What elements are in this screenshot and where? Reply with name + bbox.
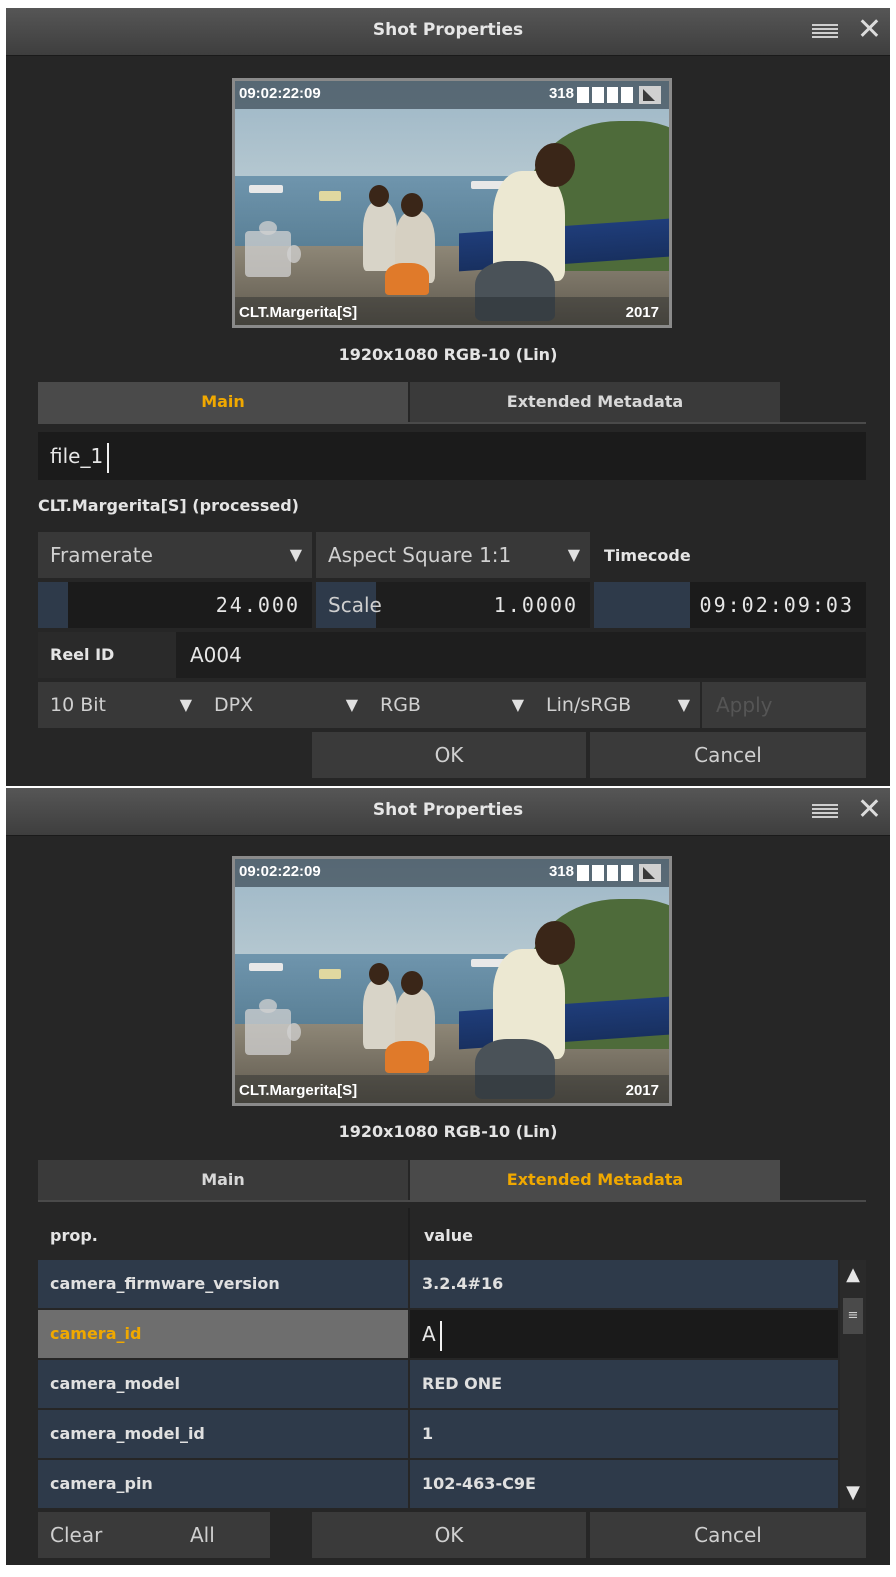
shot-properties-panel-main: Shot Properties ✕ 09:02:22:09 318 CLT.Ma…: [6, 8, 890, 786]
thumbnail-status-blocks: [577, 87, 633, 103]
tab-extended-metadata[interactable]: Extended Metadata: [410, 1160, 780, 1200]
lut-value: Lin/sRGB: [546, 694, 632, 716]
bit-depth-dropdown[interactable]: 10 Bit ▼: [38, 682, 202, 728]
thumbnail-timecode: 09:02:22:09: [239, 863, 321, 880]
close-icon[interactable]: ✕: [857, 795, 882, 825]
menu-icon[interactable]: [812, 24, 838, 40]
panel-title: Shot Properties: [372, 20, 524, 40]
thumbnail-frame-count: 318: [548, 863, 574, 880]
shot-name-value: file_1: [50, 444, 104, 468]
framerate-value: 24.000: [215, 593, 300, 617]
shot-thumbnail: 09:02:22:09 318 CLT.Margerita[S] 2017: [232, 856, 672, 1106]
table-row[interactable]: camera_pin 102-463-C9E: [38, 1460, 838, 1508]
prop-column-header: prop.: [50, 1226, 98, 1245]
prop-cell: camera_model_id: [38, 1410, 408, 1458]
all-button[interactable]: All: [170, 1512, 270, 1558]
thumbnail-clip-name: CLT.Margerita[S]: [239, 1082, 358, 1099]
corner-marker-icon: [639, 864, 661, 882]
framerate-dropdown[interactable]: Framerate ▼: [38, 532, 312, 578]
corner-marker-icon: [639, 86, 661, 104]
format-value: DPX: [214, 694, 254, 716]
dropdown-arrow-icon: ▼: [179, 695, 192, 714]
menu-icon[interactable]: [812, 804, 838, 820]
prop-cell: camera_pin: [38, 1460, 408, 1508]
tab-main[interactable]: Main: [38, 382, 408, 422]
reel-id-row: Reel ID A004: [38, 632, 866, 678]
clear-button[interactable]: Clear: [38, 1512, 170, 1558]
dropdown-arrow-icon: ▼: [567, 545, 580, 564]
scroll-down-icon[interactable]: ▼: [840, 1478, 866, 1508]
puzzle-piece-icon: [245, 221, 301, 277]
value-input-text: A: [422, 1322, 436, 1346]
resolution-info: 1920x1080 RGB-10 (Lin): [338, 1122, 558, 1141]
panel-title: Shot Properties: [372, 800, 524, 820]
scroll-thumb[interactable]: ≡: [843, 1298, 863, 1334]
thumbnail-clip-name: CLT.Margerita[S]: [239, 304, 358, 321]
close-icon[interactable]: ✕: [857, 15, 882, 45]
timecode-value: 09:02:09:03: [699, 593, 854, 617]
shot-thumbnail: 09:02:22:09 318 CLT.Margerita[S] 2017: [232, 78, 672, 328]
thumbnail-frame-count: 318: [548, 85, 574, 102]
scrollbar[interactable]: ▲ ≡ ▼: [840, 1260, 866, 1508]
reel-id-label: Reel ID: [50, 645, 115, 664]
thumbnail-year: 2017: [625, 1082, 659, 1099]
source-label: CLT.Margerita[S] (processed): [38, 496, 299, 515]
colorspace-value: RGB: [380, 694, 421, 716]
value-cell[interactable]: 1: [410, 1410, 838, 1458]
aspect-label: Aspect Square 1:1: [328, 543, 512, 567]
tab-main[interactable]: Main: [38, 1160, 408, 1200]
lut-dropdown[interactable]: Lin/sRGB ▼: [534, 682, 700, 728]
timecode-label: Timecode: [604, 546, 691, 565]
scale-field[interactable]: Scale 1.0000: [316, 582, 590, 628]
column-divider: [408, 1208, 410, 1260]
bit-depth-value: 10 Bit: [50, 694, 106, 716]
thumbnail-timecode: 09:02:22:09: [239, 85, 321, 102]
table-row[interactable]: camera_model RED ONE: [38, 1360, 838, 1408]
titlebar: Shot Properties ✕: [6, 788, 890, 836]
resolution-info: 1920x1080 RGB-10 (Lin): [338, 345, 558, 364]
framerate-field[interactable]: 24.000: [38, 582, 312, 628]
value-cell[interactable]: RED ONE: [410, 1360, 838, 1408]
titlebar: Shot Properties ✕: [6, 8, 890, 56]
prop-cell: camera_id: [38, 1310, 408, 1358]
ok-button[interactable]: OK: [312, 732, 586, 778]
tab-bar: Main Extended Metadata: [38, 382, 866, 424]
cancel-button[interactable]: Cancel: [590, 1512, 866, 1558]
reel-id-value[interactable]: A004: [190, 632, 242, 678]
format-dropdown[interactable]: DPX ▼: [202, 682, 368, 728]
aspect-dropdown[interactable]: Aspect Square 1:1 ▼: [316, 532, 590, 578]
table-row-selected[interactable]: camera_id A: [38, 1310, 838, 1358]
scale-value: 1.0000: [493, 593, 578, 617]
timecode-field[interactable]: 09:02:09:03: [594, 582, 866, 628]
shot-name-input[interactable]: file_1: [38, 432, 866, 480]
apply-button[interactable]: Apply: [702, 682, 866, 728]
prop-cell: camera_firmware_version: [38, 1260, 408, 1308]
value-column-header: value: [424, 1226, 473, 1245]
scroll-up-icon[interactable]: ▲: [840, 1260, 866, 1290]
dropdown-arrow-icon: ▼: [511, 695, 524, 714]
thumbnail-status-blocks: [577, 865, 633, 881]
value-cell[interactable]: 3.2.4#16: [410, 1260, 838, 1308]
puzzle-piece-icon: [245, 999, 301, 1055]
table-row[interactable]: camera_model_id 1: [38, 1410, 838, 1458]
framerate-label: Framerate: [50, 543, 153, 567]
dropdown-arrow-icon: ▼: [345, 695, 358, 714]
table-row[interactable]: camera_firmware_version 3.2.4#16: [38, 1260, 838, 1308]
shot-properties-panel-extended: Shot Properties ✕ 09:02:22:09 318 CLT.Ma…: [6, 788, 890, 1565]
ok-button[interactable]: OK: [312, 1512, 586, 1558]
scale-label: Scale: [328, 593, 382, 617]
thumbnail-year: 2017: [625, 304, 659, 321]
dropdown-arrow-icon: ▼: [677, 695, 690, 714]
value-cell-editing[interactable]: A: [410, 1310, 838, 1358]
value-cell[interactable]: 102-463-C9E: [410, 1460, 838, 1508]
tab-bar: Main Extended Metadata: [38, 1160, 866, 1202]
tab-extended-metadata[interactable]: Extended Metadata: [410, 382, 780, 422]
prop-cell: camera_model: [38, 1360, 408, 1408]
cancel-button[interactable]: Cancel: [590, 732, 866, 778]
colorspace-dropdown[interactable]: RGB ▼: [368, 682, 534, 728]
dropdown-arrow-icon: ▼: [289, 545, 302, 564]
